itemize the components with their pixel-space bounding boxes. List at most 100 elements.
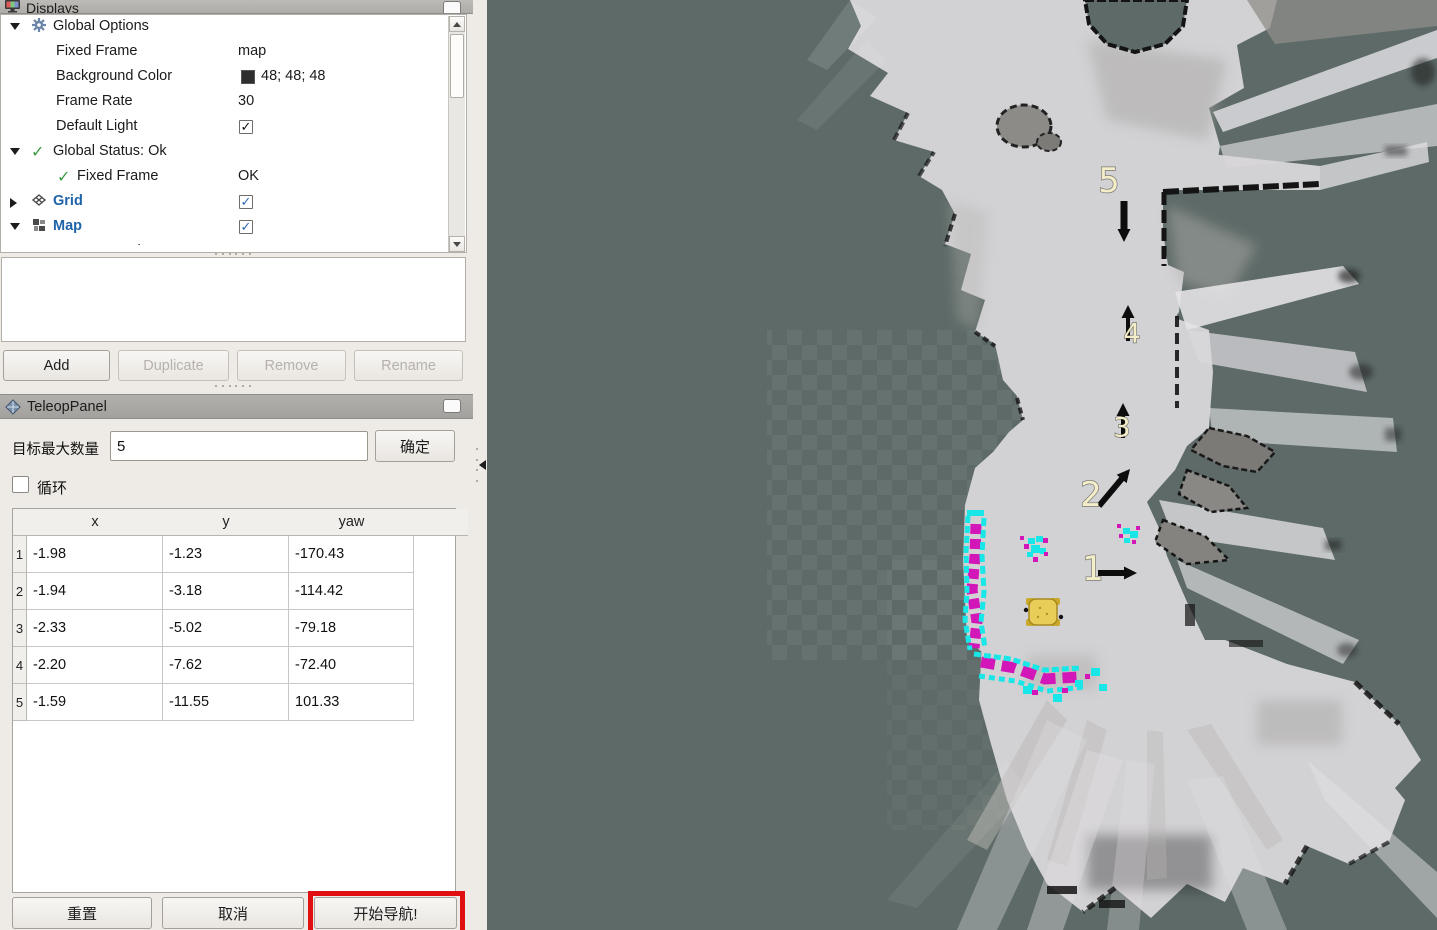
tree-row-label: Map [53, 218, 82, 234]
start-navigation-button[interactable]: 开始导航! [314, 897, 457, 929]
add-button[interactable]: Add [3, 350, 110, 381]
tree-row-checkbox[interactable]: ✓ [239, 195, 253, 209]
waypoint-number: 3 [1113, 413, 1130, 444]
expand-collapse-icon[interactable] [10, 223, 20, 230]
cell-2-x[interactable]: -1.94 [27, 573, 163, 610]
duplicate-button[interactable]: Duplicate [118, 350, 229, 381]
waypoint-number: 1 [1082, 549, 1104, 589]
cancel-button[interactable]: 取消 [162, 897, 304, 929]
row-header-3[interactable]: 3 [13, 610, 27, 647]
tree-row-value[interactable]: 30 [238, 93, 254, 109]
teleop-float-button[interactable] [443, 399, 461, 413]
tree-row-frame-rate[interactable]: Frame Rate 30 [1, 90, 466, 115]
panel-splitter[interactable] [473, 0, 487, 930]
displays-panel-icon [5, 0, 20, 13]
cell-1-yaw[interactable]: -170.43 [289, 536, 414, 573]
tree-row-checkbox[interactable]: ✓ [239, 220, 253, 234]
table-header-yaw[interactable]: yaw [289, 509, 414, 536]
table-header-x[interactable]: x [27, 509, 163, 536]
rename-button[interactable]: Rename [354, 350, 463, 381]
tree-row-value[interactable]: OK [238, 168, 259, 184]
tree-row-grid[interactable]: Grid ✓ [1, 190, 466, 215]
cell-5-yaw[interactable]: 101.33 [289, 684, 414, 721]
tree-row-background-color[interactable]: Background Color 48; 48; 48 [1, 65, 466, 90]
check-icon: ✓ [31, 142, 47, 158]
cell-2-y[interactable]: -3.18 [163, 573, 289, 610]
tree-row-default-light[interactable]: Default Light ✓ [1, 115, 466, 140]
displays-float-button[interactable] [443, 1, 461, 14]
scroll-up-button[interactable] [449, 16, 465, 32]
cell-1-x[interactable]: -1.98 [27, 536, 163, 573]
cell-4-yaw[interactable]: -72.40 [289, 647, 414, 684]
goal-count-input[interactable] [110, 431, 368, 461]
row-header-2[interactable]: 2 [13, 573, 27, 610]
tree-row-label: Default Light [56, 118, 137, 134]
cell-3-y[interactable]: -5.02 [163, 610, 289, 647]
reset-button[interactable]: 重置 [12, 897, 152, 929]
tree-row-fixed-frame[interactable]: Fixed Frame map [1, 40, 466, 65]
waypoint-number: 2 [1080, 475, 1102, 515]
expand-collapse-icon[interactable] [10, 148, 20, 155]
property-help-box [1, 257, 466, 342]
tree-row-label: Background Color [56, 68, 172, 84]
table-corner [13, 509, 27, 536]
grid-icon [31, 192, 47, 208]
occupancy-grid-map: 12345 [487, 0, 1437, 930]
tree-row-fixed-frame-status[interactable]: ✓Fixed Frame OK [1, 165, 466, 190]
goal-count-label: 目标最大数量 [12, 438, 99, 459]
tree-row-label: Status: Ok [77, 243, 145, 245]
cell-1-y[interactable]: -1.23 [163, 536, 289, 573]
collapse-arrow-icon [479, 460, 486, 470]
cell-3-x[interactable]: -2.33 [27, 610, 163, 647]
remove-button[interactable]: Remove [237, 350, 346, 381]
row-header-1[interactable]: 1 [13, 536, 27, 573]
check2-icon: ✓ [57, 167, 73, 183]
tree-row-map[interactable]: Map ✓ [1, 215, 466, 240]
map-icon [31, 217, 47, 233]
tree-row-global-options[interactable]: Global Options [1, 15, 466, 40]
cell-4-y[interactable]: -7.62 [163, 647, 289, 684]
robot-model [1024, 598, 1063, 626]
displays-panel-titlebar[interactable]: Displays [0, 0, 473, 14]
tree-row-value[interactable]: 48; 48; 48 [261, 68, 326, 84]
splitter-handle-2[interactable] [215, 385, 251, 389]
loop-checkbox[interactable] [12, 476, 29, 493]
rviz-3d-viewport[interactable]: 12345 [487, 0, 1437, 930]
tree-row-checkbox[interactable]: ✓ [239, 120, 253, 134]
tree-row-clipped-status[interactable]: ✓ Status: Ok [1, 240, 466, 245]
tree-row-label: Global Status: Ok [53, 143, 167, 159]
cell-5-y[interactable]: -11.55 [163, 684, 289, 721]
color-swatch[interactable] [241, 70, 255, 84]
tree-row-label: Grid [53, 193, 83, 209]
tree-row-label: Fixed Frame [56, 43, 137, 59]
teleop-panel-title: TeleopPanel [27, 399, 107, 415]
cell-5-x[interactable]: -1.59 [27, 684, 163, 721]
displays-tree[interactable]: Global Options Fixed Frame map Background C… [0, 14, 467, 253]
check2-icon: ✓ [57, 242, 73, 245]
cell-3-yaw[interactable]: -79.18 [289, 610, 414, 647]
tree-row-label: Fixed Frame [77, 168, 158, 184]
confirm-button[interactable]: 确定 [375, 430, 455, 462]
row-header-4[interactable]: 4 [13, 647, 27, 684]
tree-scrollbar[interactable] [448, 16, 465, 252]
tree-row-value[interactable]: map [238, 43, 266, 59]
collapse-handle[interactable] [476, 448, 485, 482]
displays-panel-title: Displays [26, 0, 79, 14]
scrollbar-thumb[interactable] [450, 34, 464, 98]
waypoint-table[interactable]: xyyaw 1-1.98-1.23-170.43 2-1.94-3.18-114.4… [12, 508, 456, 893]
left-dock-panel: Displays Global Options Fixed Frame map Bac… [0, 0, 473, 930]
expand-collapse-icon[interactable] [10, 23, 20, 30]
waypoint-number: 5 [1098, 161, 1120, 201]
row-header-5[interactable]: 5 [13, 684, 27, 721]
tree-row-label: Frame Rate [56, 93, 133, 109]
teleop-panel-titlebar[interactable]: TeleopPanel [0, 394, 473, 419]
cell-4-x[interactable]: -2.20 [27, 647, 163, 684]
scroll-down-button[interactable] [449, 236, 465, 252]
waypoint-number: 4 [1123, 319, 1140, 350]
expand-expand-icon[interactable] [10, 198, 17, 208]
teleop-panel-icon [5, 399, 21, 415]
tree-row-global-status[interactable]: ✓ Global Status: Ok [1, 140, 466, 165]
table-header-filler [414, 509, 468, 536]
cell-2-yaw[interactable]: -114.42 [289, 573, 414, 610]
table-header-y[interactable]: y [163, 509, 289, 536]
